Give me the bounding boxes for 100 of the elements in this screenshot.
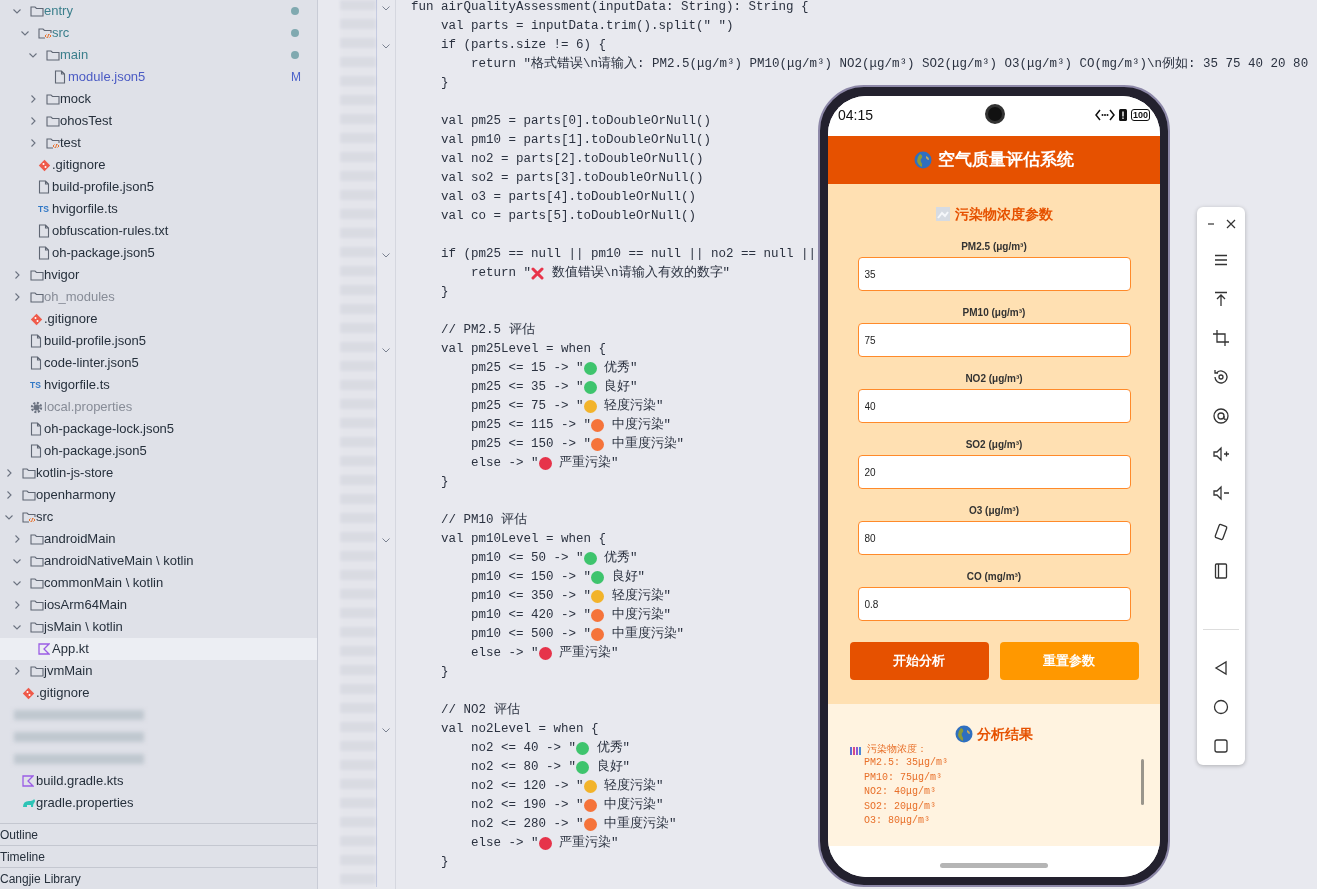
input-field[interactable]: 75 — [857, 323, 1131, 357]
result-line: PM2.5: 35μg/m³ — [863, 756, 949, 770]
code-text: pm10 <= 420 -> " — [470, 607, 592, 625]
result-line: O3: 80μg/m³ — [863, 814, 931, 828]
tree-item[interactable]: .gitignore — [0, 154, 317, 176]
result-line: SO2: 20μg/m³ — [863, 799, 937, 814]
crop-icon[interactable] — [1212, 329, 1230, 347]
tree-item[interactable]: jsMain \ kotlin — [0, 616, 317, 638]
code-text: else -> " — [470, 645, 539, 663]
input-field[interactable]: 80 — [857, 521, 1131, 555]
tree-item[interactable]: jvmMain — [0, 660, 317, 682]
code-text: no2 <= 120 -> " — [470, 778, 584, 796]
panel-header[interactable]: Outline — [0, 823, 317, 845]
input-field[interactable]: 20 — [857, 455, 1131, 489]
fold-phone-icon[interactable] — [1212, 561, 1230, 580]
tree-item[interactable]: hvigor — [0, 264, 317, 286]
file-icon — [30, 422, 42, 436]
code-text: pm25 <= 15 -> " — [470, 360, 584, 378]
chevron-right-icon[interactable] — [12, 600, 22, 610]
code-text: } — [440, 75, 449, 93]
close-icon[interactable] — [1226, 218, 1236, 229]
chevron-right-icon[interactable] — [4, 468, 14, 478]
tree-item[interactable]: oh-package-lock.json5 — [0, 418, 317, 440]
chevron-down-icon[interactable] — [12, 622, 22, 632]
input-field[interactable]: 0.8 — [857, 587, 1131, 621]
panel-header[interactable]: Cangjie Library — [0, 867, 317, 889]
rotate-icon[interactable] — [1212, 367, 1230, 386]
tree-item[interactable]: test — [0, 132, 317, 154]
tree-item[interactable]: openharmony — [0, 484, 317, 506]
tree-item[interactable]: src — [0, 506, 317, 528]
tree-item[interactable]: entry — [0, 0, 317, 22]
chevron-right-icon[interactable] — [4, 490, 14, 500]
chevron-down-icon[interactable] — [12, 556, 22, 566]
chevron-right-icon[interactable] — [28, 116, 38, 126]
tree-item[interactable]: App.kt — [0, 638, 317, 660]
phone-rotate-icon[interactable] — [1212, 523, 1230, 542]
tree-item[interactable]: obfuscation-rules.txt — [0, 220, 317, 242]
code-text: 优秀" — [603, 549, 638, 568]
chevron-down-icon[interactable] — [20, 28, 30, 38]
chevron-right-icon[interactable] — [12, 666, 22, 676]
code-text: no2 <= 80 -> " — [470, 759, 577, 777]
recents-icon[interactable] — [1212, 736, 1230, 755]
code-text: } — [440, 664, 449, 682]
tree-item[interactable]: code-linter.json5 — [0, 352, 317, 374]
code-text: 中度污染" — [603, 796, 664, 815]
volume-up-icon[interactable] — [1212, 445, 1230, 464]
globe-icon — [955, 725, 973, 743]
chevron-right-icon[interactable] — [28, 94, 38, 104]
tree-item[interactable]: build-profile.json5 — [0, 330, 317, 352]
app-title: 空气质量评估系统 — [938, 149, 1074, 172]
git-diamond-icon — [30, 312, 43, 326]
tree-item[interactable]: TS hvigorfile.ts — [0, 198, 317, 220]
panel-header[interactable]: Timeline — [0, 845, 317, 867]
folder-icon — [46, 49, 60, 61]
input-field[interactable]: 40 — [857, 389, 1131, 423]
code-text: val parts = inputData.trim().split(" ") — [440, 18, 734, 36]
code-text: no2 <= 40 -> " — [470, 740, 577, 758]
action-button[interactable]: 开始分析 — [849, 642, 989, 680]
tree-item[interactable]: .gitignore — [0, 308, 317, 330]
code-text: no2 <= 190 -> " — [470, 797, 584, 815]
code-text: 轻度污染" — [610, 587, 672, 606]
tree-item[interactable]: gradle.properties — [0, 792, 317, 814]
tree-item[interactable]: oh-package.json5 — [0, 242, 317, 264]
chevron-right-icon[interactable] — [12, 270, 22, 280]
chevron-right-icon[interactable] — [12, 534, 22, 544]
tree-item[interactable]: kotlin-js-store — [0, 462, 317, 484]
code-text: } — [440, 284, 449, 302]
code-text: 优秀" — [595, 739, 631, 758]
tree-item[interactable]: src — [0, 22, 317, 44]
chevron-down-icon[interactable] — [4, 512, 14, 522]
home-icon[interactable] — [1212, 697, 1230, 716]
tree-item[interactable]: build-profile.json5 — [0, 176, 317, 198]
input-field[interactable]: 35 — [857, 257, 1131, 291]
elephant-icon — [22, 798, 36, 808]
alert-icon — [1118, 109, 1127, 121]
volume-down-icon[interactable] — [1212, 484, 1230, 503]
code-text: 严重污染" — [558, 454, 619, 473]
tree-item[interactable]: TS hvigorfile.ts — [0, 374, 317, 396]
scrollbar[interactable] — [1141, 759, 1144, 805]
tree-item[interactable]: androidMain — [0, 528, 317, 550]
code-text: 中度污染" — [610, 416, 672, 435]
chevron-right-icon[interactable] — [12, 292, 22, 302]
tree-item[interactable]: commonMain \ kotlin — [0, 572, 317, 594]
chevron-down-icon[interactable] — [12, 6, 22, 16]
tree-item[interactable]: iosArm64Main — [0, 594, 317, 616]
tree-item[interactable]: ohosTest — [0, 110, 317, 132]
code-text: if (pm25 == null || pm10 == null || no2 == null || — [440, 246, 817, 264]
tree-item[interactable]: androidNativeMain \ kotlin — [0, 550, 317, 572]
screenshot-icon[interactable] — [1212, 406, 1230, 425]
chevron-down-icon[interactable] — [28, 50, 38, 60]
chevron-right-icon[interactable] — [28, 138, 38, 148]
globe-icon — [914, 151, 932, 169]
tree-item[interactable]: oh-package.json5 — [0, 440, 317, 462]
tree-item[interactable]: module.json5 M — [0, 66, 317, 88]
upload-icon[interactable] — [1212, 290, 1230, 309]
folder-icon — [30, 665, 44, 677]
tree-item[interactable]: .gitignore — [0, 682, 317, 704]
tree-item[interactable]: build.gradle.kts — [0, 770, 317, 792]
chevron-down-icon[interactable] — [12, 578, 22, 588]
tree-item[interactable]: mock — [0, 88, 317, 110]
